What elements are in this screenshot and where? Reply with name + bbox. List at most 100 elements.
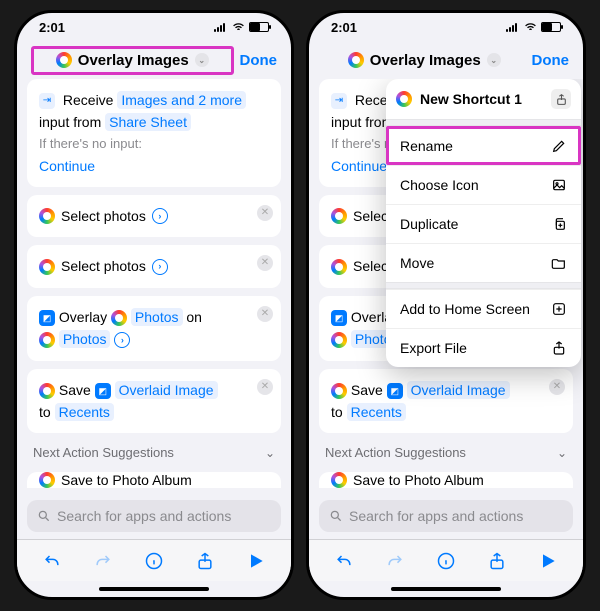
overlaid-image-token[interactable]: Overlaid Image <box>115 381 218 399</box>
menu-move[interactable]: Move <box>386 243 581 282</box>
status-bar: 2:01 <box>17 13 291 41</box>
suggestions-label: Next Action Suggestions <box>33 445 174 460</box>
suggestion-peek[interactable]: Save to Photo Album <box>319 472 573 488</box>
undo-button[interactable] <box>334 551 354 571</box>
photos-icon <box>39 472 55 488</box>
menu-export[interactable]: Export File <box>386 328 581 367</box>
menu-duplicate[interactable]: Duplicate <box>386 204 581 243</box>
expand-icon[interactable]: › <box>152 259 168 275</box>
chevron-down-icon: ⌄ <box>195 53 209 67</box>
remove-action-icon[interactable]: ✕ <box>257 379 273 395</box>
status-icons <box>506 21 561 34</box>
menu-label: Choose Icon <box>400 177 479 193</box>
remove-action-icon[interactable]: ✕ <box>257 255 273 271</box>
input-icon: ⇥ <box>39 93 55 109</box>
share-icon[interactable] <box>551 89 571 109</box>
remove-action-icon[interactable]: ✕ <box>257 306 273 322</box>
menu-choose-icon[interactable]: Choose Icon <box>386 165 581 204</box>
receive-types-token[interactable]: Images and 2 more <box>117 91 246 109</box>
folder-icon <box>551 255 567 271</box>
menu-rename[interactable]: Rename <box>386 126 581 165</box>
bottom-toolbar <box>309 539 583 581</box>
select-photos-action-1[interactable]: Select photos › ✕ <box>27 195 281 237</box>
remove-action-icon[interactable]: ✕ <box>257 205 273 221</box>
overlaid-image-token[interactable]: Overlaid Image <box>407 381 510 399</box>
search-placeholder: Search for apps and actions <box>57 508 231 524</box>
info-button[interactable] <box>144 551 164 571</box>
chevron-down-icon: ⌄ <box>265 446 275 460</box>
menu-label: Add to Home Screen <box>400 301 530 317</box>
run-button[interactable] <box>246 551 266 571</box>
add-home-icon <box>551 301 567 317</box>
select-photos-action-2[interactable]: Select photos › ✕ <box>27 245 281 287</box>
search-field[interactable]: Search for apps and actions <box>27 500 281 532</box>
shortcut-title-button[interactable]: Overlay Images ⌄ <box>323 52 526 69</box>
pencil-icon <box>551 138 567 154</box>
run-button[interactable] <box>538 551 558 571</box>
overlay-app-icon: ◩ <box>331 310 347 326</box>
receive-mid: input from <box>331 114 393 130</box>
overlay-action[interactable]: ◩ Overlay Photos on Photos › ✕ <box>27 296 281 361</box>
expand-icon[interactable]: › <box>152 208 168 224</box>
done-button[interactable]: Done <box>532 52 570 69</box>
menu-add-home[interactable]: Add to Home Screen <box>386 289 581 328</box>
battery-icon <box>249 22 269 32</box>
shortcut-title: Overlay Images <box>78 52 189 69</box>
menu-label: Export File <box>400 340 467 356</box>
noinput-label: If there's no input: <box>39 134 269 155</box>
suggestions-header[interactable]: Next Action Suggestions ⌄ <box>319 441 573 464</box>
image-icon <box>551 177 567 193</box>
overlay-photos-token-2[interactable]: Photos <box>59 330 111 348</box>
remove-action-icon[interactable]: ✕ <box>549 379 565 395</box>
export-icon <box>551 340 567 356</box>
chevron-down-icon: ⌄ <box>487 53 501 67</box>
phone-left: 2:01 Overlay Images ⌄ Done ⇥ Receive Ima… <box>14 10 294 600</box>
suggestion-peek[interactable]: Save to Photo Album <box>27 472 281 488</box>
share-button[interactable] <box>487 551 507 571</box>
photos-icon <box>39 208 55 224</box>
save-action[interactable]: Save ◩ Overlaid Image to Recents ✕ <box>319 369 573 434</box>
suggestions-label: Next Action Suggestions <box>325 445 466 460</box>
editor-content: ⇥ Receive Images and 2 more input from S… <box>309 79 583 539</box>
overlay-photos-token[interactable]: Photos <box>131 308 183 326</box>
overlay-badge-icon: ◩ <box>387 383 403 399</box>
undo-button[interactable] <box>42 551 62 571</box>
recents-token[interactable]: Recents <box>347 403 406 421</box>
redo-button <box>385 551 405 571</box>
wifi-icon <box>524 21 537 34</box>
nav-header: Overlay Images ⌄ Done <box>17 41 291 79</box>
receive-source-token[interactable]: Share Sheet <box>105 113 191 131</box>
photos-icon <box>331 332 347 348</box>
nav-header: Overlay Images ⌄ Done <box>309 41 583 79</box>
suggestion-label: Save to Photo Album <box>353 472 484 488</box>
receive-word: Receive <box>63 92 114 108</box>
redo-button <box>93 551 113 571</box>
shortcut-color-icon <box>348 52 364 68</box>
expand-icon[interactable]: › <box>114 332 130 348</box>
shortcut-color-icon <box>56 52 72 68</box>
overlay-app-icon: ◩ <box>39 310 55 326</box>
bottom-toolbar <box>17 539 291 581</box>
suggestion-label: Save to Photo Album <box>61 472 192 488</box>
status-icons <box>214 21 269 34</box>
recents-token[interactable]: Recents <box>55 403 114 421</box>
search-field[interactable]: Search for apps and actions <box>319 500 573 532</box>
suggestions-header[interactable]: Next Action Suggestions ⌄ <box>27 441 281 464</box>
home-indicator <box>309 581 583 597</box>
chevron-down-icon: ⌄ <box>557 446 567 460</box>
popover-header: New Shortcut 1 <box>386 79 581 119</box>
input-icon: ⇥ <box>331 93 347 109</box>
search-placeholder: Search for apps and actions <box>349 508 523 524</box>
cellular-icon <box>506 22 520 32</box>
receive-card[interactable]: ⇥ Receive Images and 2 more input from S… <box>27 79 281 187</box>
info-button[interactable] <box>436 551 456 571</box>
search-icon <box>37 509 51 523</box>
continue-token[interactable]: Continue <box>39 155 269 177</box>
share-button[interactable] <box>195 551 215 571</box>
save-action[interactable]: Save ◩ Overlaid Image to Recents ✕ <box>27 369 281 434</box>
done-button[interactable]: Done <box>240 52 278 69</box>
cellular-icon <box>214 22 228 32</box>
popover-shortcut-name: New Shortcut 1 <box>420 91 522 107</box>
shortcut-title-button[interactable]: Overlay Images ⌄ <box>31 46 234 75</box>
status-bar: 2:01 <box>309 13 583 41</box>
